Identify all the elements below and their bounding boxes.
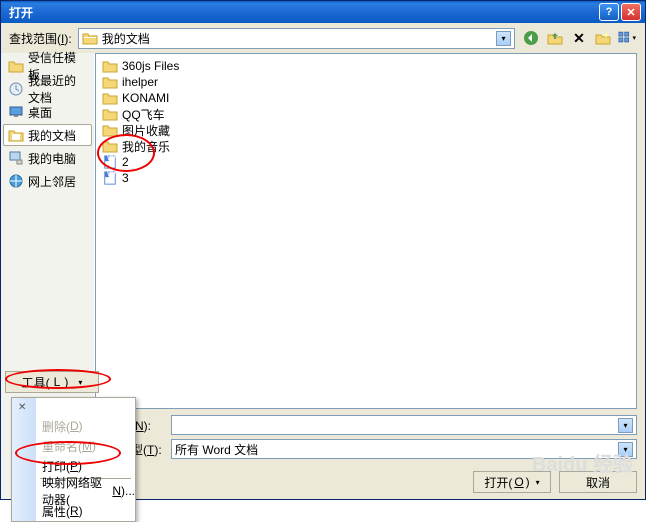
list-item[interactable]: W2 — [102, 154, 630, 170]
recent-icon — [8, 81, 24, 97]
folder-icon — [8, 58, 24, 74]
list-item[interactable]: 我的音乐 — [102, 138, 630, 154]
word-doc-icon: W — [102, 155, 118, 169]
topbar: 查找范围(I): 我的文档 ▾ ✕ ▾ — [1, 23, 645, 53]
mydocs-icon — [8, 127, 24, 143]
open-dialog: 打开 ? ✕ 查找范围(I): 我的文档 ▾ ✕ ▾ 受信任模板 — [0, 0, 646, 500]
menu-print[interactable]: 打印(P) — [12, 456, 135, 476]
menu-properties[interactable]: 属性(R) — [12, 501, 135, 521]
place-label: 我的文档 — [28, 127, 76, 144]
computer-icon — [8, 150, 24, 166]
place-label: 网上邻居 — [28, 173, 76, 190]
list-item[interactable]: KONAMI — [102, 90, 630, 106]
list-item[interactable]: W3 — [102, 170, 630, 186]
list-item[interactable]: 图片收藏 — [102, 122, 630, 138]
up-button[interactable] — [545, 28, 565, 48]
place-recent[interactable]: 我最近的文档 — [3, 78, 92, 100]
place-network[interactable]: 网上邻居 — [3, 170, 92, 192]
svg-text:W: W — [107, 171, 117, 179]
place-label: 桌面 — [28, 104, 52, 121]
delete-button[interactable]: ✕ — [569, 28, 589, 48]
place-computer[interactable]: 我的电脑 — [3, 147, 92, 169]
window-title: 打开 — [5, 4, 599, 21]
menu-rename: 重命名(M) — [12, 436, 135, 456]
titlebar: 打开 ? ✕ — [1, 1, 645, 23]
help-button[interactable]: ? — [599, 3, 619, 21]
folder-icon — [102, 139, 118, 153]
place-mydocs[interactable]: 我的文档 — [3, 124, 92, 146]
lookin-value: 我的文档 — [102, 30, 150, 47]
folder-icon — [82, 31, 98, 45]
lookin-label: 查找范围(I): — [9, 30, 72, 47]
new-folder-button[interactable] — [593, 28, 613, 48]
filename-input[interactable]: ▾ — [171, 415, 637, 435]
desktop-icon — [8, 104, 24, 120]
word-doc-icon: W — [102, 171, 118, 185]
chevron-down-icon[interactable]: ▾ — [618, 418, 633, 433]
folder-icon — [102, 59, 118, 73]
menu-map-network[interactable]: 映射网络驱动器(N)... — [12, 481, 135, 501]
list-item[interactable]: ihelper — [102, 74, 630, 90]
folder-icon — [102, 123, 118, 137]
network-icon — [8, 173, 24, 189]
chevron-down-icon[interactable]: ▾ — [496, 31, 511, 46]
menu-close-icon: ✕ — [12, 398, 135, 416]
lookin-combo[interactable]: 我的文档 ▾ — [78, 28, 515, 49]
tools-menu: ✕ 删除(D) 重命名(M) 打印(P) 映射网络驱动器(N)... 属性(R) — [11, 397, 136, 522]
list-item[interactable]: 360js Files — [102, 58, 630, 74]
place-label: 我的电脑 — [28, 150, 76, 167]
folder-icon — [102, 91, 118, 105]
tools-button[interactable]: 工具(L)▾ — [5, 371, 99, 393]
folder-icon — [102, 75, 118, 89]
file-list[interactable]: 360js Files ihelper KONAMI QQ飞车 图片收藏 我的音… — [95, 53, 637, 409]
list-item[interactable]: QQ飞车 — [102, 106, 630, 122]
svg-text:W: W — [107, 155, 117, 163]
folder-icon — [102, 107, 118, 121]
menu-delete: 删除(D) — [12, 416, 135, 436]
close-button[interactable]: ✕ — [621, 3, 641, 21]
views-button[interactable]: ▾ — [617, 28, 637, 48]
place-desktop[interactable]: 桌面 — [3, 101, 92, 123]
back-button[interactable] — [521, 28, 541, 48]
watermark: Baidu 经验 — [532, 448, 633, 477]
